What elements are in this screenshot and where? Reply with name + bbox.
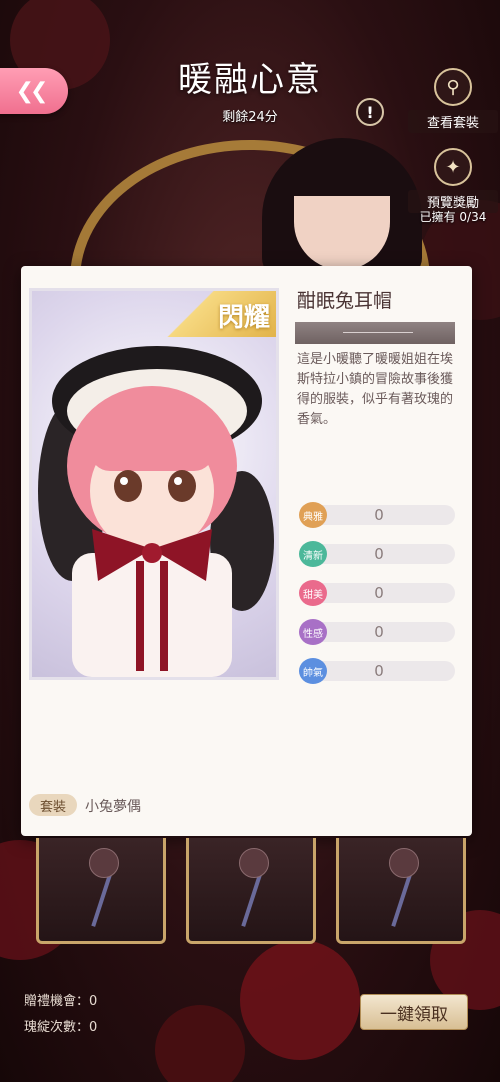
item-name: 酣眠兔耳帽: [297, 290, 393, 312]
name-divider-bar: [295, 322, 455, 344]
suit-tag: 套裝: [29, 794, 77, 816]
reward-card[interactable]: [36, 838, 166, 944]
attribute-badge: 帥氣: [299, 658, 327, 684]
event-title: 暖融心意: [178, 60, 322, 100]
reward-card[interactable]: [336, 838, 466, 944]
attribute-value: 0: [374, 623, 384, 641]
attribute-row: 典雅 0: [299, 502, 455, 528]
attribute-value: 0: [374, 662, 384, 680]
rose-icon: [389, 848, 419, 878]
attribute-row: 甜美 0: [299, 580, 455, 606]
rose-icon: [89, 848, 119, 878]
attribute-value: 0: [374, 545, 384, 563]
card-icon: ✦: [434, 148, 472, 186]
attribute-list: 典雅 0 清新 0 甜美 0 性感 0 帥氣 0: [299, 502, 455, 699]
rarity-label: 閃耀: [217, 303, 270, 333]
item-portrait: [38, 346, 274, 677]
attribute-badge: 清新: [299, 541, 327, 567]
attribute-value: 0: [374, 506, 384, 524]
item-image-frame: 閃耀: [29, 288, 279, 680]
claim-all-button[interactable]: 一鍵領取: [360, 994, 468, 1030]
magnifier-icon: ⚲: [434, 68, 472, 106]
gift-chances: 贈禮機會：0: [24, 994, 98, 1009]
info-icon[interactable]: !: [356, 98, 384, 126]
attribute-value: 0: [374, 584, 384, 602]
reward-card[interactable]: [186, 838, 316, 944]
owned-count: 已擁有 0/34: [419, 210, 487, 224]
attribute-row: 性感 0: [299, 619, 455, 645]
item-detail-card: 閃耀 酣眠兔耳帽 這是小暖聽了暖暖姐姐在埃斯特拉小鎮的冒險故事後獲得的服裝，似乎…: [21, 266, 472, 836]
remaining-time: 剩餘24分: [222, 110, 278, 125]
name-divider-line: [343, 332, 413, 333]
attribute-row: 帥氣 0: [299, 658, 455, 684]
attribute-row: 清新 0: [299, 541, 455, 567]
double-chevron-left-icon: ❮❮: [15, 78, 49, 104]
attribute-badge: 甜美: [299, 580, 327, 606]
attribute-badge: 典雅: [299, 502, 327, 528]
item-description: 這是小暖聽了暖暖姐姐在埃斯特拉小鎮的冒險故事後獲得的服裝，似乎有著玫瑰的香氣。: [297, 352, 454, 427]
bloom-count: 瑰綻次數：0: [24, 1020, 98, 1035]
preview-rewards-button[interactable]: ✦ 預覽獎勵: [408, 148, 498, 213]
attribute-badge: 性感: [299, 619, 327, 645]
suit-name[interactable]: 小兔夢偶: [85, 796, 141, 816]
view-suit-label: 查看套裝: [408, 110, 498, 133]
view-suit-button[interactable]: ⚲ 查看套裝: [408, 68, 498, 133]
back-button[interactable]: ❮❮: [0, 68, 68, 114]
rose-icon: [239, 848, 269, 878]
